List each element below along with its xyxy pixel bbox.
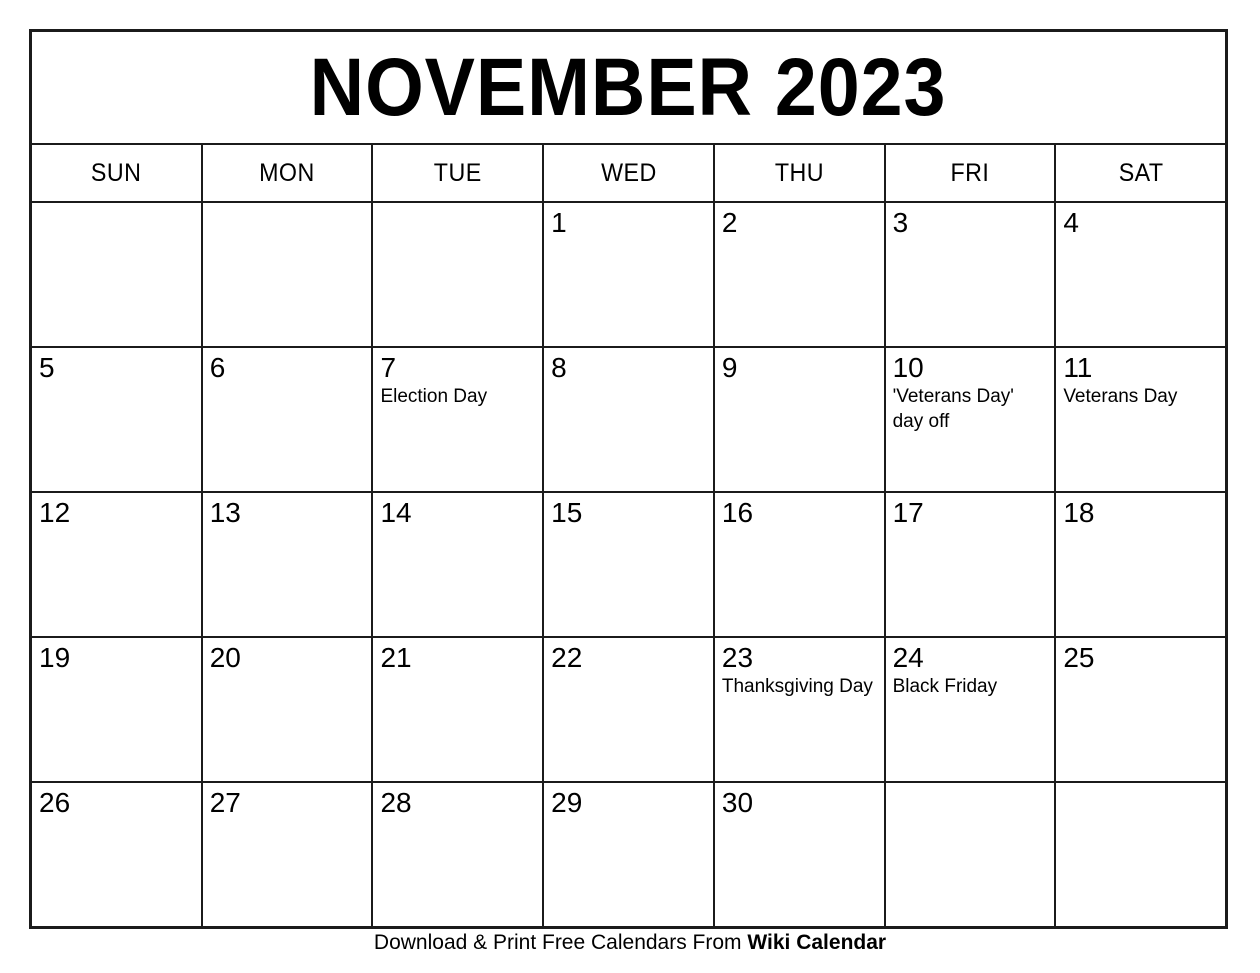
day-cell[interactable]: 4	[1056, 203, 1225, 346]
day-number: 13	[209, 497, 241, 528]
day-cell[interactable]: 11 Veterans Day	[1056, 348, 1225, 491]
footer-brand: Wiki Calendar	[747, 931, 887, 954]
weekday-header-sun: SUN	[32, 145, 203, 201]
day-cell[interactable]: 22	[544, 638, 715, 781]
day-cell[interactable]: 19	[32, 638, 203, 781]
day-number: 20	[209, 642, 241, 673]
weekday-header-thu: THU	[715, 145, 886, 201]
day-event: Thanksgiving Day	[721, 676, 873, 697]
weekday-header-tue: TUE	[373, 145, 545, 201]
day-number: 19	[39, 642, 71, 673]
day-cell[interactable]: 30	[715, 783, 886, 926]
day-cell[interactable]: 24 Black Friday	[886, 638, 1057, 781]
footer-text: Download & Print Free Calendars From	[373, 931, 748, 954]
day-cell[interactable]: 18	[1056, 493, 1225, 636]
weekday-label: WED	[600, 158, 657, 187]
day-number: 16	[721, 497, 754, 528]
calendar-frame: NOVEMBER 2023 SUN MON TUE WED THU FRI SA…	[29, 29, 1228, 929]
weekday-label: FRI	[950, 158, 990, 187]
day-number: 5	[39, 352, 55, 383]
day-number: 2	[721, 207, 738, 238]
day-cell[interactable]: 3	[886, 203, 1057, 346]
day-number: 24	[892, 642, 924, 673]
day-cell[interactable]: 8	[544, 348, 715, 491]
weekday-header-fri: FRI	[886, 145, 1057, 201]
weekday-label: MON	[259, 158, 315, 187]
day-cell[interactable]: 28	[373, 783, 545, 926]
day-cell[interactable]: 26	[32, 783, 203, 926]
day-cell[interactable]: 16	[715, 493, 886, 636]
day-number: 15	[551, 497, 583, 528]
day-number: 10	[892, 352, 924, 383]
day-cell[interactable]	[373, 203, 545, 346]
day-number: 28	[380, 787, 412, 818]
day-number: 11	[1063, 352, 1093, 383]
day-number: 1	[551, 207, 567, 238]
day-cell[interactable]: 9	[715, 348, 886, 491]
day-number: 7	[380, 352, 397, 383]
day-cell[interactable]	[32, 203, 203, 346]
day-number: 23	[721, 642, 754, 673]
day-number: 22	[551, 642, 583, 673]
day-number: 25	[1063, 642, 1095, 673]
day-number: 8	[551, 352, 567, 383]
day-cell[interactable]: 13	[203, 493, 374, 636]
day-cell[interactable]: 14	[373, 493, 545, 636]
day-cell[interactable]: 23 Thanksgiving Day	[715, 638, 886, 781]
day-cell[interactable]: 10 'Veterans Day' day off	[886, 348, 1057, 491]
weekday-label: SUN	[91, 158, 142, 187]
day-number: 18	[1063, 497, 1095, 528]
day-number: 26	[39, 787, 71, 818]
calendar-page: NOVEMBER 2023 SUN MON TUE WED THU FRI SA…	[0, 0, 1260, 973]
day-cell[interactable]: 5	[32, 348, 203, 491]
week-row: 5 6 7 Election Day 8 9 10 'Veterans Day'…	[32, 348, 1225, 493]
weekday-header-sat: SAT	[1056, 145, 1225, 201]
day-cell[interactable]: 1	[544, 203, 715, 346]
weekday-header-row: SUN MON TUE WED THU FRI SAT	[32, 145, 1225, 203]
weekday-header-mon: MON	[203, 145, 374, 201]
day-number: 21	[380, 642, 412, 673]
day-event: 'Veterans Day' day off	[892, 386, 1014, 432]
day-cell[interactable]	[886, 783, 1057, 926]
calendar-grid: 1 2 3 4 5 6 7 Election Day 8 9 10 'Veter…	[32, 203, 1225, 926]
day-number: 3	[892, 207, 909, 238]
day-cell[interactable]: 12	[32, 493, 203, 636]
week-row: 19 20 21 22 23 Thanksgiving Day 24 Black…	[32, 638, 1225, 783]
day-cell[interactable]: 29	[544, 783, 715, 926]
day-cell[interactable]: 20	[203, 638, 374, 781]
day-number: 14	[380, 497, 412, 528]
day-event: Black Friday	[892, 676, 998, 697]
weekday-label: SAT	[1118, 158, 1164, 187]
week-row: 26 27 28 29 30	[32, 783, 1225, 926]
day-cell[interactable]: 2	[715, 203, 886, 346]
day-cell[interactable]: 21	[373, 638, 545, 781]
day-event: Election Day	[380, 386, 488, 407]
day-number: 27	[209, 787, 241, 818]
weekday-header-wed: WED	[544, 145, 715, 201]
day-number: 6	[209, 352, 226, 383]
footer: Download & Print Free Calendars From Wik…	[0, 930, 1260, 956]
day-number: 30	[721, 787, 754, 818]
day-number: 12	[39, 497, 71, 528]
day-cell[interactable]	[203, 203, 374, 346]
week-row: 12 13 14 15 16 17 18	[32, 493, 1225, 638]
day-cell[interactable]: 15	[544, 493, 715, 636]
day-cell[interactable]: 17	[886, 493, 1057, 636]
day-number: 9	[721, 352, 738, 383]
calendar-title-row: NOVEMBER 2023	[32, 32, 1225, 145]
day-cell[interactable]: 27	[203, 783, 374, 926]
page-title: NOVEMBER 2023	[310, 41, 947, 133]
day-cell[interactable]: 6	[203, 348, 374, 491]
day-event: Veterans Day	[1063, 386, 1178, 407]
day-cell[interactable]	[1056, 783, 1225, 926]
week-row: 1 2 3 4	[32, 203, 1225, 348]
day-number: 4	[1063, 207, 1079, 238]
day-number: 29	[551, 787, 583, 818]
weekday-label: THU	[774, 158, 824, 187]
day-cell[interactable]: 7 Election Day	[373, 348, 545, 491]
weekday-label: TUE	[433, 158, 482, 187]
day-cell[interactable]: 25	[1056, 638, 1225, 781]
day-number: 17	[892, 497, 924, 528]
